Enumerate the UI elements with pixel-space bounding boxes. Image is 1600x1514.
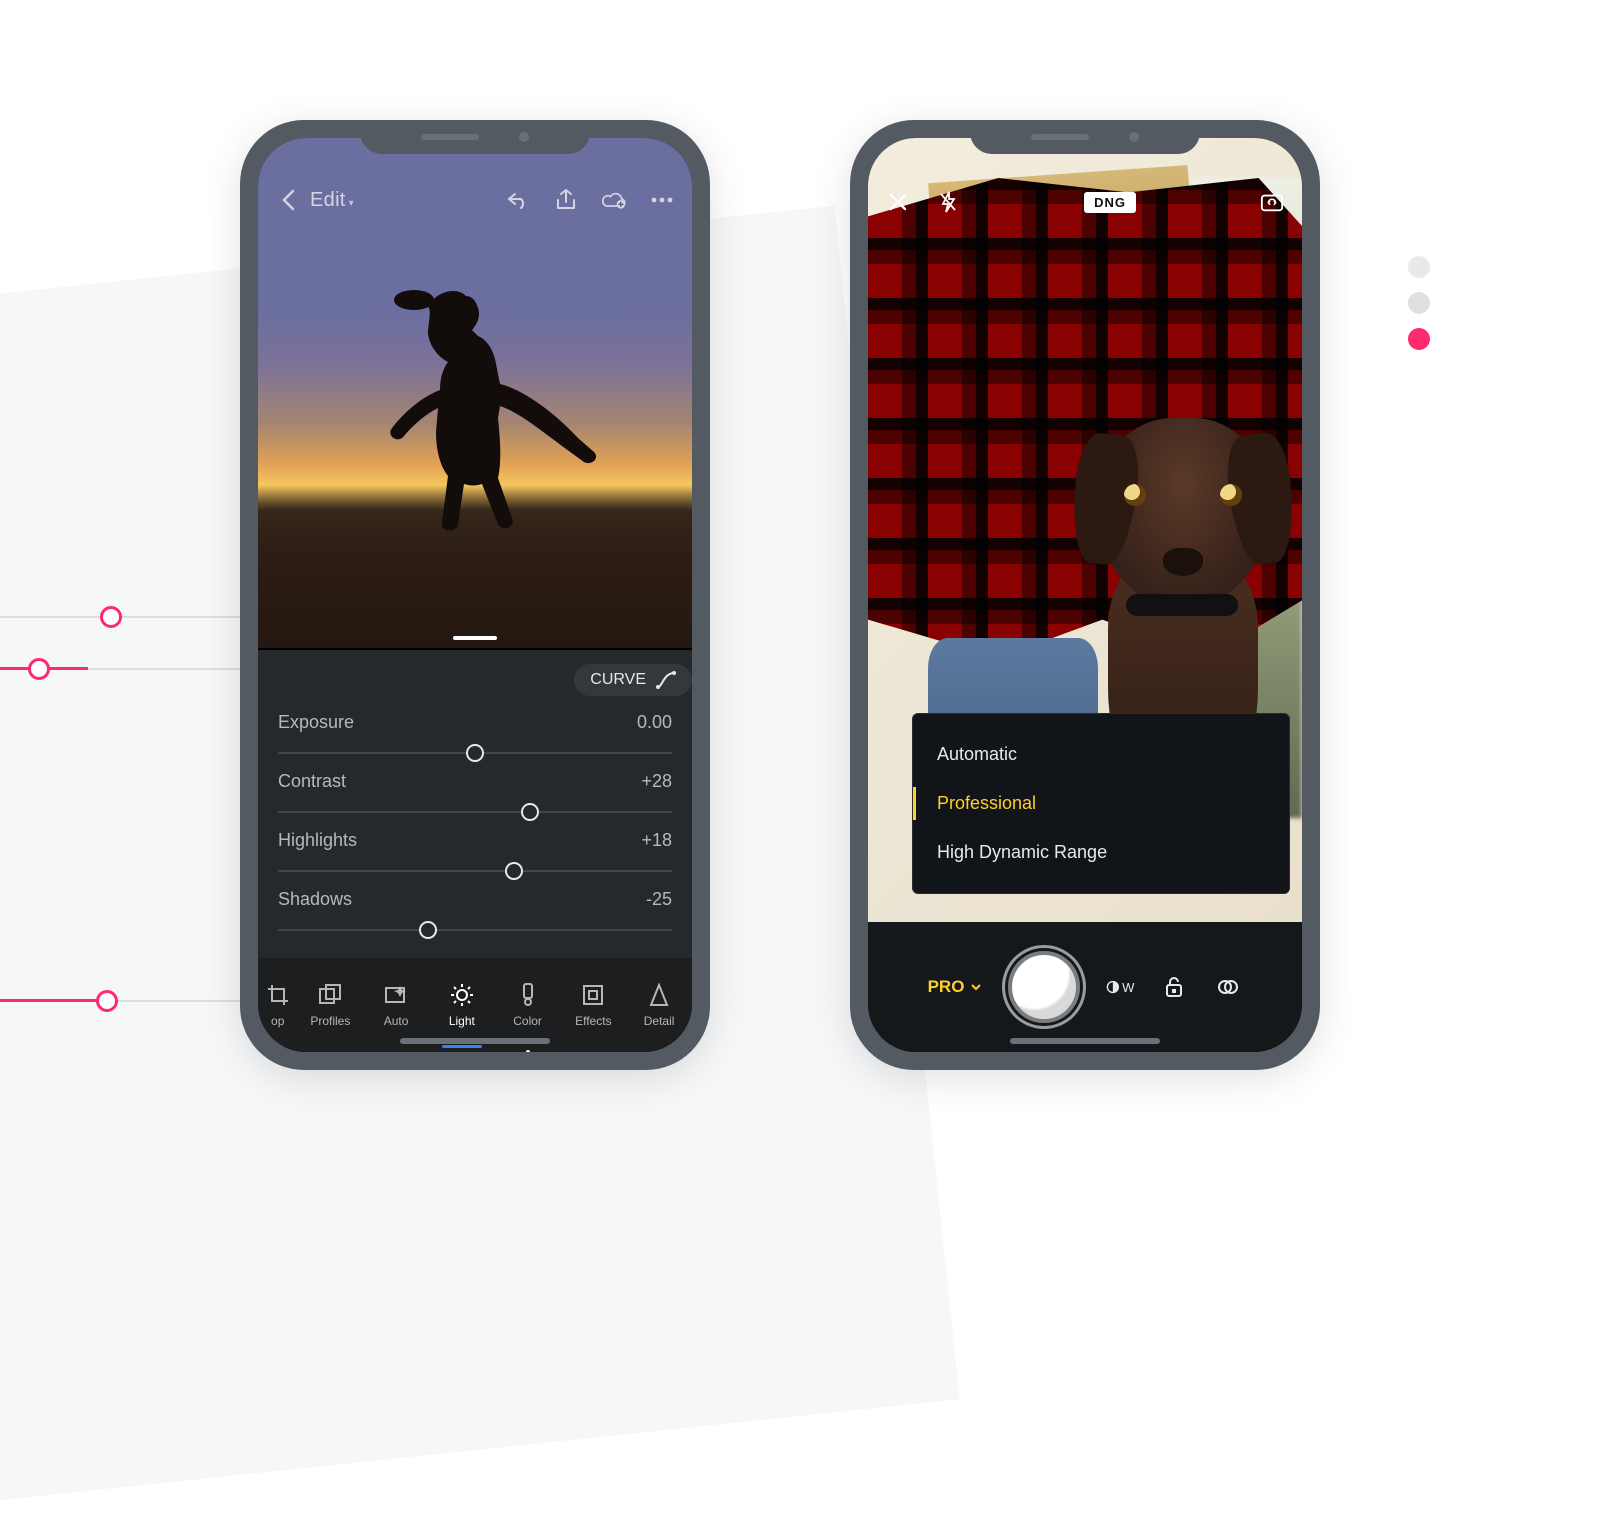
back-icon[interactable] — [276, 188, 300, 212]
mode-hdr[interactable]: High Dynamic Range — [913, 828, 1289, 877]
tool-label: Color — [513, 1014, 542, 1028]
phone-edit: Edit▾ CURVE — [240, 120, 710, 1070]
decor-dot — [1408, 256, 1430, 278]
subject-silhouette — [358, 288, 588, 548]
capture-mode-menu: Automatic Professional High Dynamic Rang… — [912, 713, 1290, 894]
shutter-button[interactable] — [1008, 951, 1080, 1023]
decor-dot — [1408, 292, 1430, 314]
tool-label: Effects — [575, 1014, 611, 1028]
profiles-icon — [317, 982, 343, 1008]
slider-value: 0.00 — [637, 712, 672, 733]
tool-effects[interactable]: Effects — [560, 958, 626, 1052]
tool-label: op — [271, 1014, 284, 1028]
tool-profiles[interactable]: Profiles — [297, 958, 363, 1052]
tool-label: Detail — [644, 1014, 675, 1028]
slider-value: +18 — [641, 830, 672, 851]
slider-label: Exposure — [278, 712, 354, 733]
slider-knob[interactable] — [505, 862, 523, 880]
detail-icon — [646, 982, 672, 1008]
phone-camera: DNG Automatic Professional High Dynamic … — [850, 120, 1320, 1070]
format-badge[interactable]: DNG — [1084, 192, 1136, 213]
tool-label: Auto — [384, 1014, 409, 1028]
cloud-plus-icon[interactable] — [602, 188, 626, 212]
color-icon — [515, 982, 541, 1008]
slider-knob[interactable] — [521, 803, 539, 821]
light-icon — [449, 982, 475, 1008]
share-icon[interactable] — [554, 188, 578, 212]
light-sliders: Exposure 0.00 Contrast +28 Highlights +18 S… — [278, 712, 672, 940]
mode-professional[interactable]: Professional — [913, 779, 1289, 828]
slider-shadows[interactable]: Shadows -25 — [278, 889, 672, 940]
dropdown-icon: ▾ — [349, 198, 354, 209]
slider-value: -25 — [646, 889, 672, 910]
slider-knob[interactable] — [419, 921, 437, 939]
flash-off-icon[interactable] — [936, 190, 960, 214]
curve-button[interactable]: CURVE — [574, 664, 692, 696]
slider-exposure[interactable]: Exposure 0.00 — [278, 712, 672, 763]
panel-handle[interactable] — [453, 636, 497, 640]
phone-notch — [360, 120, 590, 154]
white-balance-icon[interactable]: W — [1106, 973, 1134, 1001]
undo-icon[interactable] — [506, 188, 530, 212]
phone-notch — [970, 120, 1200, 154]
slider-value: +28 — [641, 771, 672, 792]
slider-label: Contrast — [278, 771, 346, 792]
close-icon[interactable] — [886, 190, 910, 214]
decor-dots — [1408, 256, 1430, 350]
lock-open-icon[interactable] — [1160, 973, 1188, 1001]
tool-label: Light — [449, 1014, 475, 1028]
mode-selector[interactable]: PRO — [928, 977, 983, 997]
screen-title[interactable]: Edit▾ — [310, 189, 354, 212]
slider-knob[interactable] — [466, 744, 484, 762]
slider-label: Highlights — [278, 830, 357, 851]
mode-automatic[interactable]: Automatic — [913, 730, 1289, 779]
filter-icon[interactable] — [1214, 973, 1242, 1001]
tool-crop[interactable]: op — [258, 958, 297, 1052]
chevron-down-icon — [970, 983, 982, 991]
tool-detail[interactable]: Detail — [626, 958, 692, 1052]
tool-label: Profiles — [310, 1014, 350, 1028]
slider-contrast[interactable]: Contrast +28 — [278, 771, 672, 822]
home-indicator — [1010, 1038, 1160, 1044]
crop-icon — [265, 982, 291, 1008]
more-icon[interactable] — [650, 188, 674, 212]
curve-icon — [656, 671, 676, 689]
decor-dot — [1408, 328, 1430, 350]
slider-highlights[interactable]: Highlights +18 — [278, 830, 672, 881]
auto-icon — [383, 982, 409, 1008]
effects-icon — [580, 982, 606, 1008]
camera-switch-icon[interactable] — [1260, 190, 1284, 214]
slider-label: Shadows — [278, 889, 352, 910]
home-indicator — [400, 1038, 550, 1044]
